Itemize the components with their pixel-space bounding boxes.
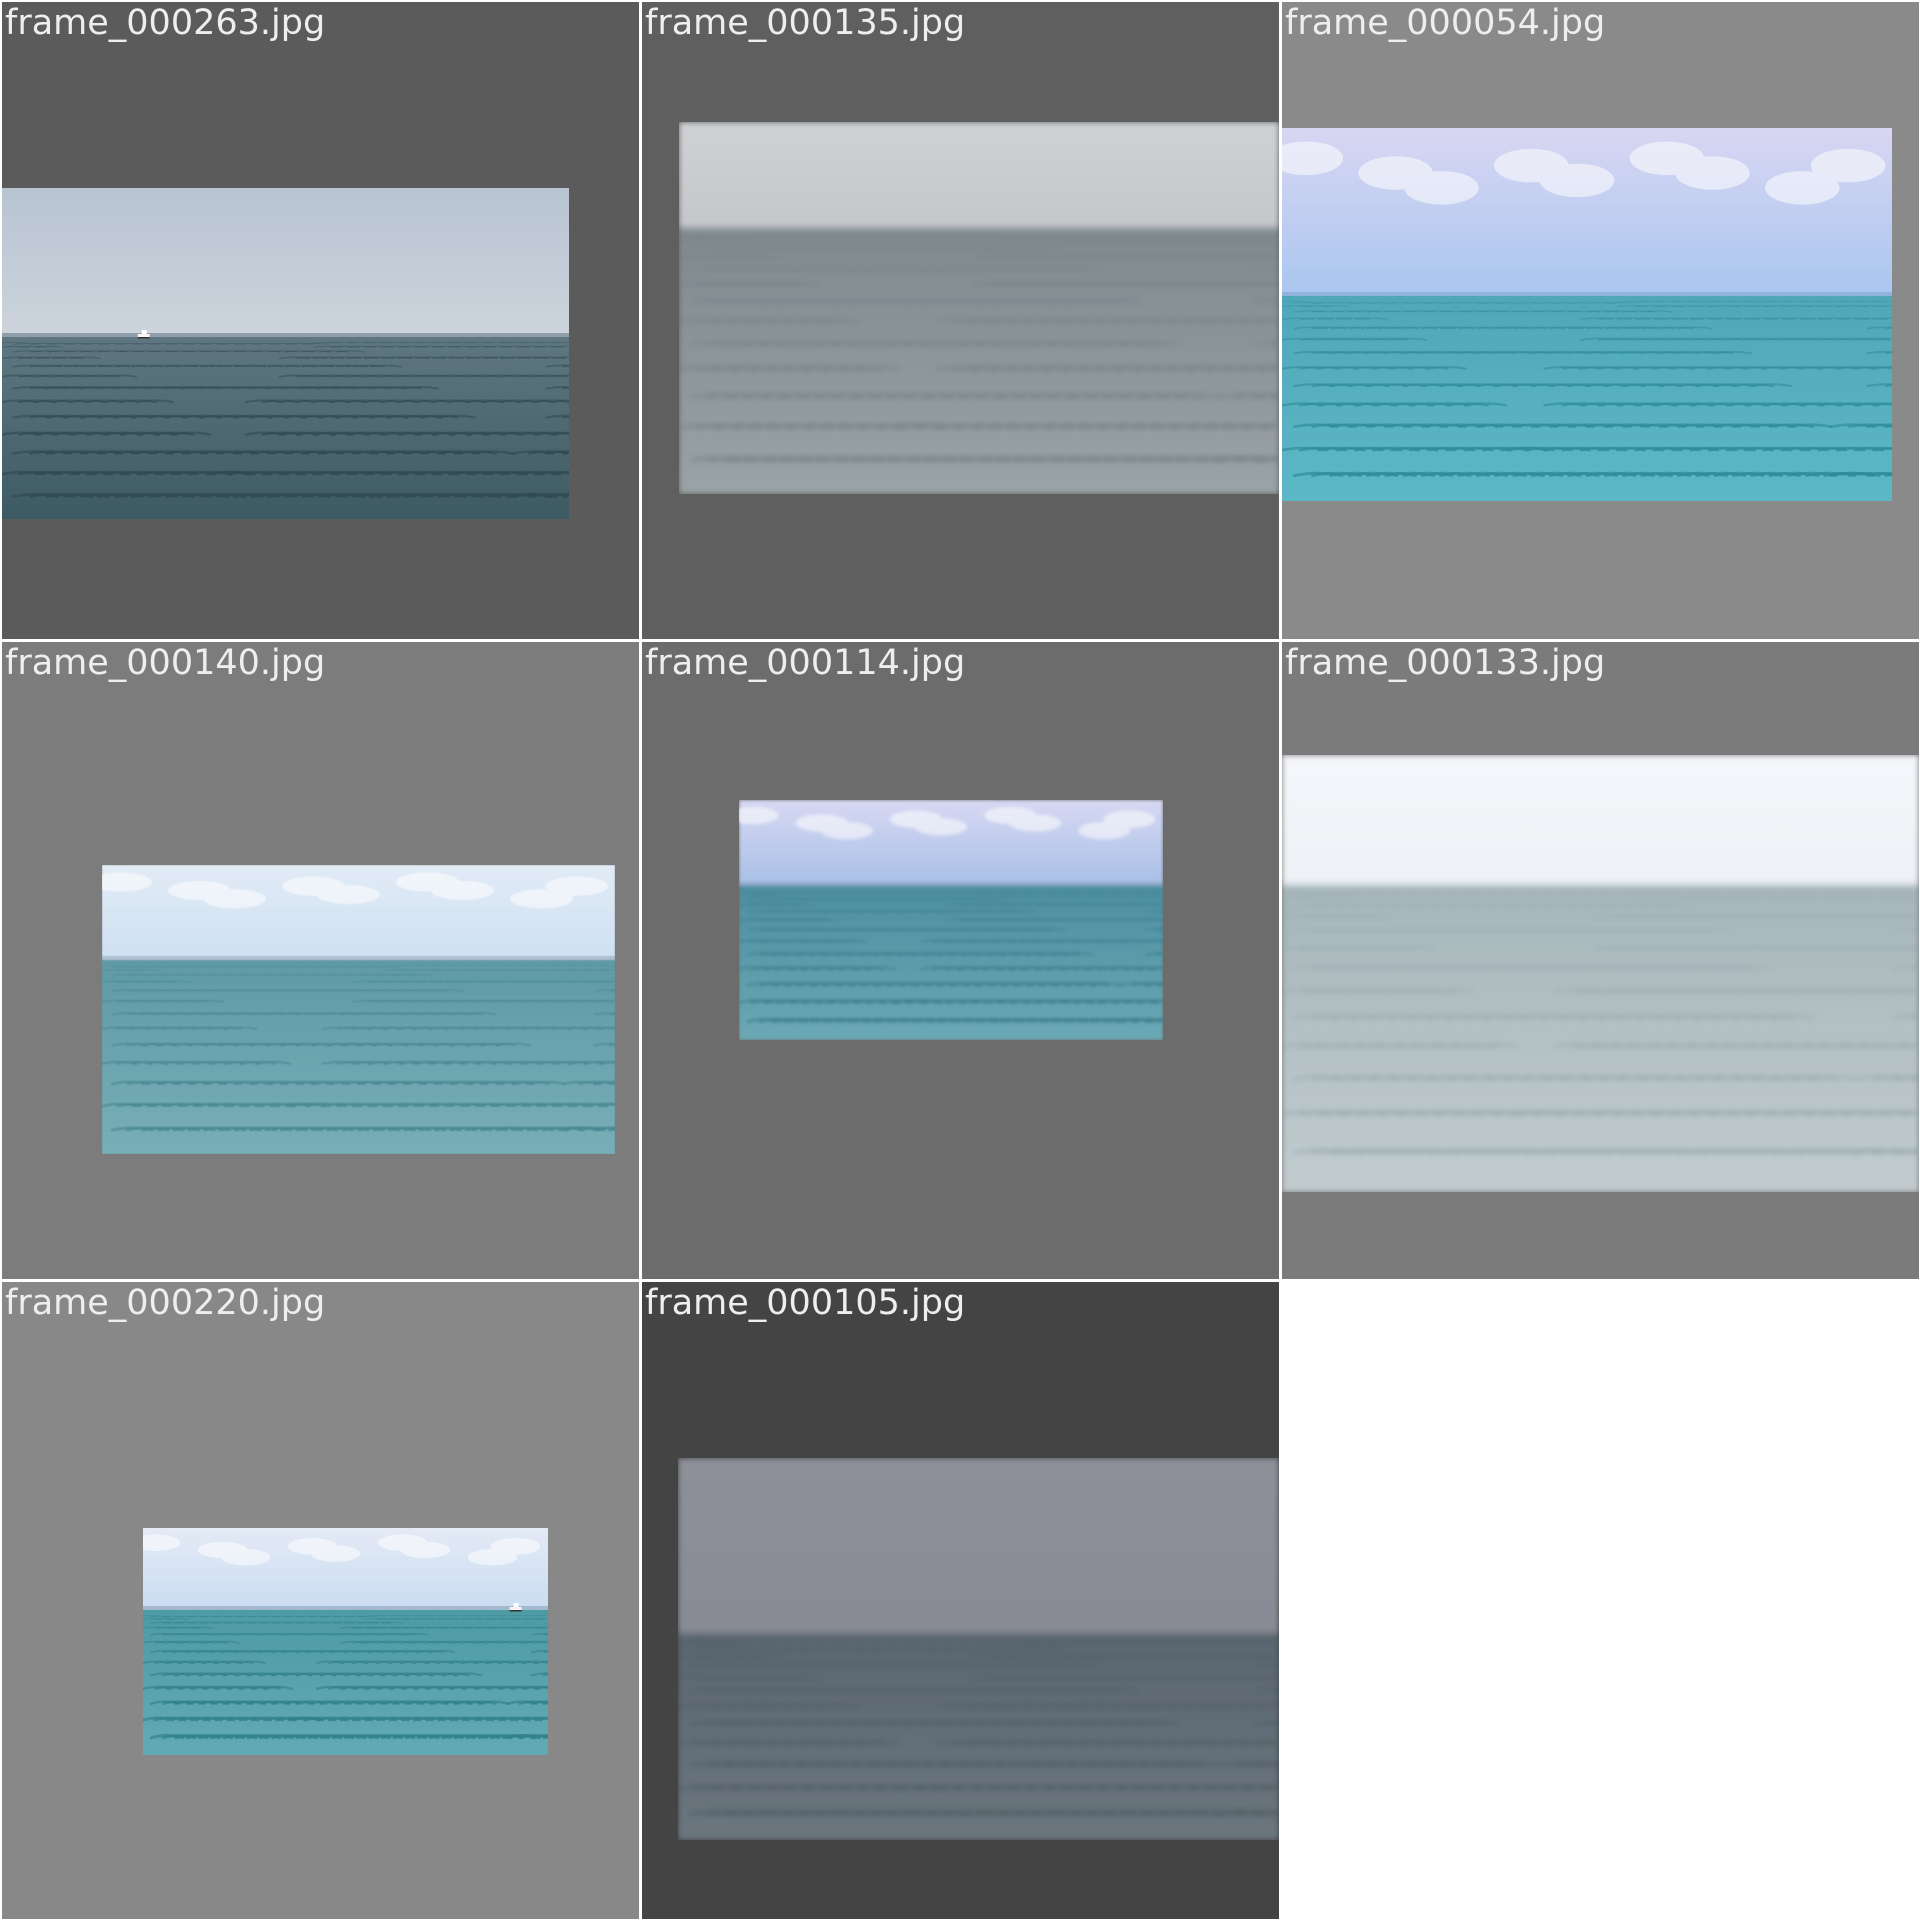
seascape-photo [679,122,1279,494]
thumbnail-grid: frame_000263.jpg frame_000135.jpg frame_… [0,0,1920,1920]
seascape-drawing [739,800,1163,1040]
thumbnail-tile[interactable]: frame_000135.jpg [642,2,1279,639]
sea [2,337,569,519]
thumbnail-tile[interactable]: frame_000220.jpg [2,1282,639,1919]
thumbnail-tile[interactable]: frame_000114.jpg [642,642,1279,1279]
seascape-drawing [1282,755,1919,1192]
seascape-drawing [679,122,1279,494]
sea [143,1610,548,1755]
seascape-photo [2,188,569,519]
thumbnail-filename: frame_000135.jpg [645,3,966,43]
seascape-photo [1282,755,1919,1192]
sky [739,800,1163,888]
seascape-drawing [102,865,615,1154]
sky [679,122,1279,232]
seascape-drawing [143,1528,548,1755]
sky [1282,128,1892,298]
sky [143,1528,548,1612]
seascape-drawing [2,188,569,519]
thumbnail-tile[interactable]: frame_000140.jpg [2,642,639,1279]
sea [102,960,615,1154]
sea [739,886,1163,1040]
thumbnail-filename: frame_000140.jpg [5,643,326,683]
thumbnail-filename: frame_000133.jpg [1285,643,1606,683]
sky [1282,755,1919,888]
sky [102,865,615,962]
thumbnail-tile[interactable]: frame_000054.jpg [1282,2,1919,639]
thumbnail-filename: frame_000220.jpg [5,1283,326,1323]
seascape-photo [143,1528,548,1755]
thumbnail-tile[interactable]: frame_000263.jpg [2,2,639,639]
thumbnail-tile[interactable]: frame_000133.jpg [1282,642,1919,1279]
thumbnail-filename: frame_000114.jpg [645,643,966,683]
seascape-photo [102,865,615,1154]
seascape-photo [739,800,1163,1040]
thumbnail-filename: frame_000105.jpg [645,1283,966,1323]
seascape-drawing [1282,128,1892,501]
sky [2,188,569,339]
thumbnail-tile[interactable]: frame_000105.jpg [642,1282,1279,1919]
sky [678,1458,1279,1636]
thumbnail-filename: frame_000263.jpg [5,3,326,43]
thumbnail-filename: frame_000054.jpg [1285,3,1606,43]
seascape-drawing [678,1458,1279,1840]
seascape-photo [678,1458,1279,1840]
seascape-photo [1282,128,1892,501]
